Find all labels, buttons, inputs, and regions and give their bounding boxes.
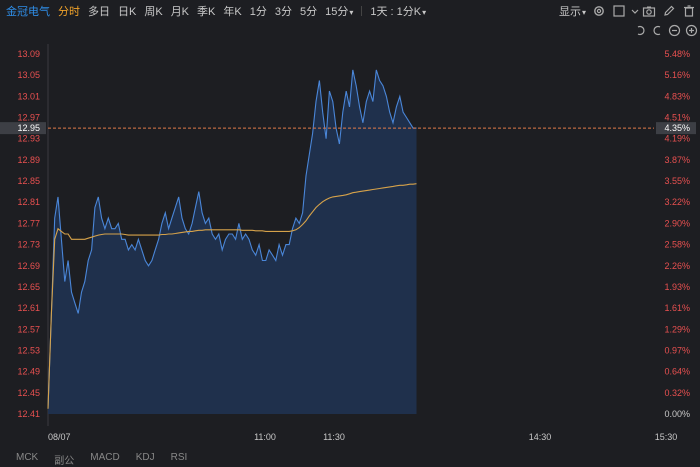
y-left-tick-label: 12.41 bbox=[17, 409, 40, 419]
y-right-tick-label: 5.48% bbox=[664, 49, 690, 59]
y-left-tick-label: 13.05 bbox=[17, 70, 40, 80]
y-left-tick-label: 13.01 bbox=[17, 91, 40, 101]
x-tick-label: 08/07 bbox=[48, 432, 71, 442]
y-right-tick-label: 0.00% bbox=[664, 409, 690, 419]
y-right-tick-label: 3.55% bbox=[664, 176, 690, 186]
y-left-tick-label: 12.69 bbox=[17, 261, 40, 271]
y-right-tick-label: 2.58% bbox=[664, 240, 690, 250]
x-tick-label: 11:30 bbox=[323, 432, 345, 442]
y-right-tick-label: 1.93% bbox=[664, 282, 690, 292]
y-right-tick-label: 3.87% bbox=[664, 155, 690, 165]
y-left-tick-label: 12.53 bbox=[17, 345, 40, 355]
y-right-tick-label: 3.22% bbox=[664, 197, 690, 207]
tab-indicator-macd[interactable]: MACD bbox=[90, 452, 119, 467]
y-right-tick-label: 2.26% bbox=[664, 261, 690, 271]
x-tick-label: 11:00 bbox=[254, 432, 276, 442]
y-left-tick-label: 12.89 bbox=[17, 155, 40, 165]
x-tick-label: 14:30 bbox=[529, 432, 552, 442]
y-left-tick-label: 12.85 bbox=[17, 176, 40, 186]
x-tick-label: 15:30 bbox=[655, 432, 678, 442]
y-left-tick-label: 12.97 bbox=[17, 113, 40, 123]
y-right-tick-label: 0.32% bbox=[664, 388, 690, 398]
tab-indicator-mck[interactable]: MCK bbox=[16, 452, 38, 467]
tab-indicator-2[interactable]: 副公 bbox=[54, 452, 74, 467]
tab-indicator-rsi[interactable]: RSI bbox=[171, 452, 188, 467]
y-right-tick-label: 5.16% bbox=[664, 70, 690, 80]
y-right-tick-label: 1.29% bbox=[664, 324, 690, 334]
y-right-tick-label: 2.90% bbox=[664, 218, 690, 228]
y-right-tick-label: 0.64% bbox=[664, 367, 690, 377]
y-left-tick-label: 12.49 bbox=[17, 367, 40, 377]
y-left-tick-label: 12.57 bbox=[17, 324, 40, 334]
price-chart[interactable]: 13.09 13.05 13.01 12.97 12.93 12.89 12.85 12.81… bbox=[0, 0, 700, 459]
y-right-tick-label: 4.51% bbox=[664, 113, 690, 123]
y-left-tick-label: 12.73 bbox=[17, 240, 40, 250]
bottom-indicator-tabs: MCK 副公 MACD KDJ RSI bbox=[0, 452, 187, 467]
y-left-tick-label: 12.61 bbox=[17, 303, 40, 313]
y-left-tick-label: 12.45 bbox=[17, 388, 40, 398]
y-left-tick-label: 12.81 bbox=[17, 197, 40, 207]
tab-indicator-kdj[interactable]: KDJ bbox=[136, 452, 155, 467]
y-right-tick-label: 0.97% bbox=[664, 345, 690, 355]
current-pct-label: 4.35% bbox=[664, 123, 690, 133]
price-area-fill bbox=[48, 69, 417, 415]
y-right-tick-label: 1.61% bbox=[664, 303, 690, 313]
y-left-tick-label: 13.09 bbox=[17, 49, 40, 59]
y-right-tick-label: 4.83% bbox=[664, 91, 690, 101]
y-left-tick-label: 12.77 bbox=[17, 218, 40, 228]
y-right-tick-label: 4.19% bbox=[664, 134, 690, 144]
y-left-tick-label: 12.93 bbox=[17, 134, 40, 144]
y-left-tick-label: 12.65 bbox=[17, 282, 40, 292]
current-price-label: 12.95 bbox=[17, 123, 40, 133]
